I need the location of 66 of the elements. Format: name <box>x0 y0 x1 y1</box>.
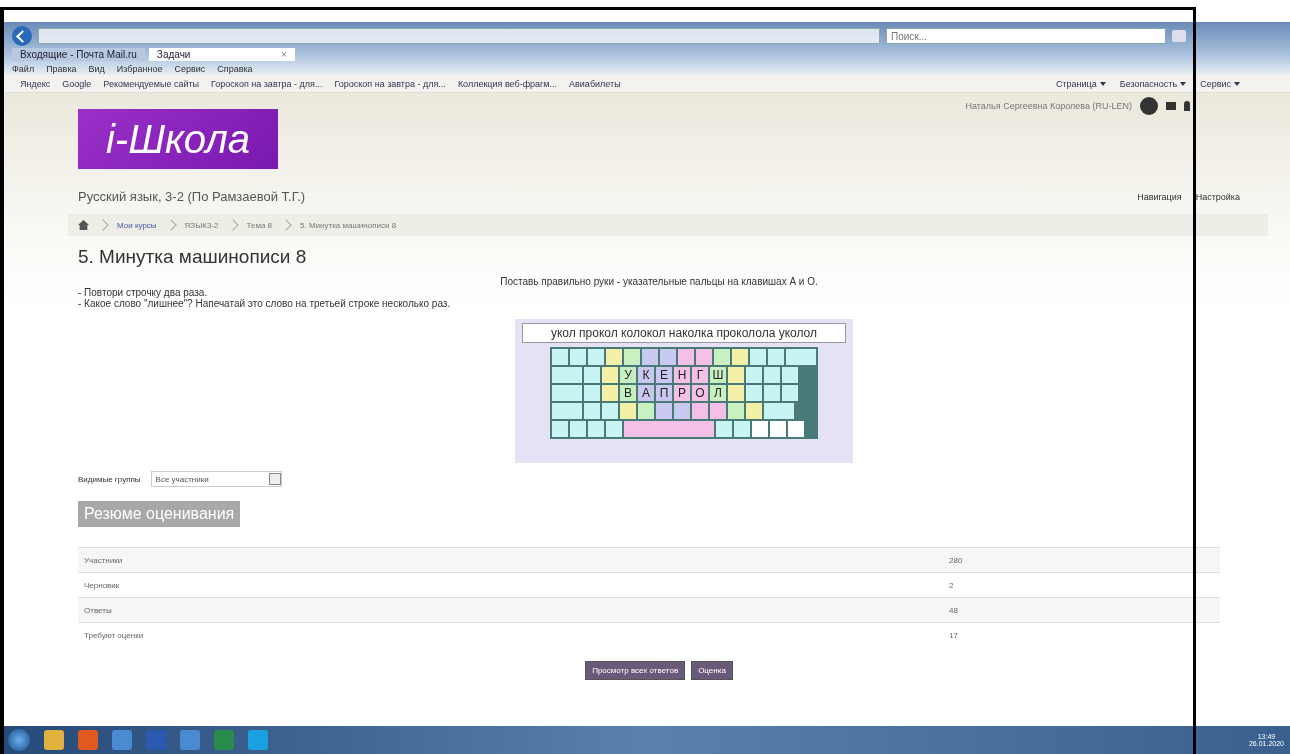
caret-icon[interactable] <box>1180 81 1187 86</box>
command-menu[interactable]: Страница <box>1055 78 1097 89</box>
section-heading: Резюме оценивания <box>78 501 241 527</box>
keyboard-key: Ш <box>710 367 726 383</box>
breadcrumb-link[interactable]: Мои курсы <box>117 220 157 230</box>
keyboard-key: Н <box>674 367 690 383</box>
keyboard-key: П <box>656 385 672 401</box>
favorite-link[interactable]: Гороскоп на завтра - для... <box>211 78 323 89</box>
avatar-icon[interactable] <box>1140 97 1158 115</box>
search-field[interactable]: Поиск... <box>886 28 1166 44</box>
favorite-link[interactable]: Google <box>62 78 92 89</box>
menu-item[interactable]: Справка <box>217 64 253 74</box>
command-menu[interactable]: Безопасность <box>1119 78 1178 89</box>
course-title[interactable]: Русский язык, 3-2 (По Рамзаевой Т.Г.) <box>78 189 306 204</box>
favorite-link[interactable]: Рекомендуемые сайты <box>103 78 200 89</box>
field-label: Видимые группы <box>78 474 141 484</box>
command-menu[interactable]: Сервис <box>1200 78 1231 89</box>
back-button[interactable] <box>12 26 32 46</box>
dropdown-icon[interactable] <box>268 473 281 485</box>
start-icon[interactable] <box>8 729 30 751</box>
nav-link[interactable]: Настройка <box>1195 191 1240 202</box>
menu-item[interactable]: Избранное <box>116 64 163 74</box>
address-field[interactable] <box>38 28 880 44</box>
action-button[interactable]: Оценка <box>691 661 733 680</box>
site-logo[interactable]: i-Школа <box>78 109 278 169</box>
keyboard-key: Г <box>692 367 708 383</box>
table-cell: 17 <box>949 630 958 640</box>
table-cell-text: Требуют оценки <box>83 630 145 640</box>
keyboard-key: О <box>692 385 708 401</box>
breadcrumb-link[interactable]: 5. Минутка машинописи 8 <box>300 220 397 230</box>
keyboard-key: Е <box>656 367 672 383</box>
table-cell: 2 <box>949 580 954 590</box>
browser-tab[interactable]: Входящие - Почта Mail.ru <box>12 48 145 61</box>
breadcrumb-link[interactable]: ЯЗЫК3-2 <box>184 220 219 230</box>
favorite-link[interactable]: Коллекция веб-фрагм... <box>457 78 558 89</box>
page-title: 5. Минутка машинописи 8 <box>78 246 308 268</box>
menu-item[interactable]: Сервис <box>174 64 206 74</box>
keyboard-key: Л <box>710 385 726 401</box>
keyboard-key: У <box>620 367 636 383</box>
favorite-link[interactable]: Яндекс <box>20 78 51 89</box>
favorite-link[interactable]: Гороскоп на завтра - для... <box>334 78 446 89</box>
table-cell-text: Черновик <box>83 580 121 590</box>
group-select[interactable]: Все участники <box>150 471 282 487</box>
instruction-text: - Какое слово "лишнее"? Напечатай это слово на третьей строке несколько раз. <box>78 298 452 309</box>
close-icon[interactable]: × <box>281 49 287 60</box>
menu-item[interactable]: Файл <box>12 64 35 74</box>
caret-icon[interactable] <box>1234 81 1240 86</box>
table-cell-text: Участники <box>83 555 124 565</box>
keyboard-key: В <box>620 385 636 401</box>
caret-icon[interactable] <box>1099 81 1106 86</box>
nav-link[interactable]: Навигация <box>1137 191 1182 202</box>
keyboard-key: А <box>638 385 654 401</box>
menu-item[interactable]: Правка <box>46 64 77 74</box>
breadcrumb-link[interactable]: Тема 8 <box>246 220 273 230</box>
table-cell: 48 <box>949 605 958 615</box>
action-button[interactable]: Просмотр всех ответов <box>585 661 686 680</box>
user-name[interactable]: Наталья Сергеевна Королева (RU-LEN) <box>965 101 1132 111</box>
instruction-text: Поставь правильно руки - указательные пальцы на клавишах А и О. <box>499 276 819 287</box>
favorite-link[interactable]: Авиабилеты <box>569 78 621 89</box>
browser-tab[interactable]: Задачи × <box>148 48 295 61</box>
table-cell-text: Ответы <box>83 605 113 615</box>
keyboard-key: Р <box>674 385 690 401</box>
menu-item[interactable]: Вид <box>88 64 105 74</box>
keyboard-key: К <box>638 367 654 383</box>
instruction-text: - Повтори строчку два раза. <box>78 287 208 298</box>
table-cell: 280 <box>949 555 963 565</box>
